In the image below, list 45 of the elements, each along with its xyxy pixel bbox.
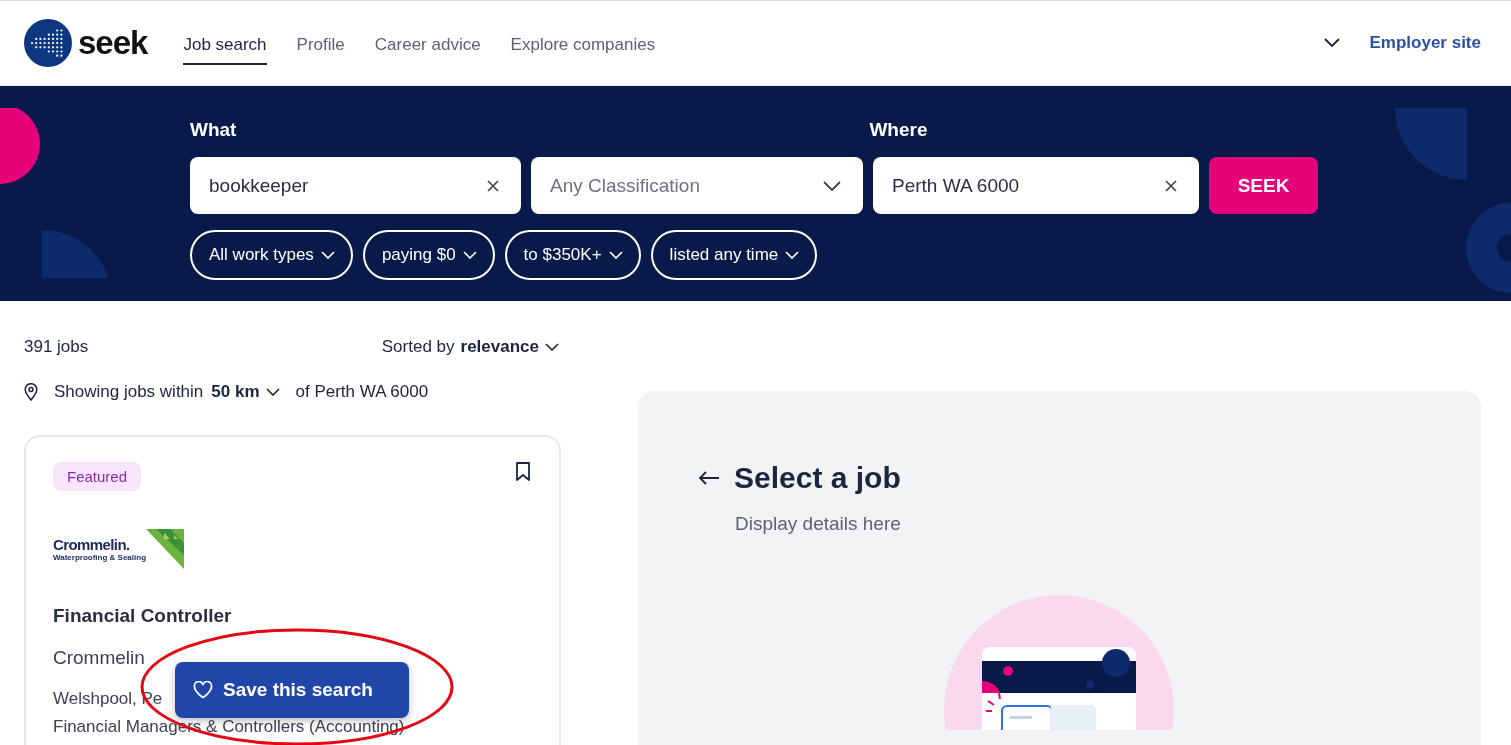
nav-tab[interactable]: Profile — [296, 25, 345, 65]
featured-badge: Featured — [53, 462, 142, 491]
chevron-down-icon — [608, 251, 623, 259]
location-field[interactable]: Perth WA 6000 — [873, 157, 1199, 214]
nav-tab[interactable]: Job search — [183, 25, 267, 65]
where-label: Where — [869, 119, 928, 142]
radius-dropdown[interactable]: 50 km — [211, 382, 288, 402]
keyword-field[interactable]: bookkeeper — [190, 157, 521, 214]
what-label: What — [190, 119, 237, 142]
brand-name[interactable]: seek — [78, 24, 148, 62]
bookmark-icon[interactable] — [515, 462, 531, 482]
nav-tab[interactable]: Career advice — [374, 25, 481, 65]
logo-name: Crommelin. — [53, 536, 131, 553]
chevron-down-icon[interactable] — [1323, 38, 1340, 48]
location-pin-icon — [24, 383, 38, 401]
chevron-down-icon — [545, 343, 559, 351]
clear-icon[interactable] — [1165, 179, 1177, 192]
save-search-button[interactable]: Save this search — [175, 662, 409, 718]
chevron-down-icon — [823, 180, 841, 191]
chevron-down-icon — [320, 251, 335, 259]
filter-dropdown[interactable]: All work types — [190, 230, 353, 280]
filter-dropdown[interactable]: listed any time — [650, 230, 818, 280]
employer-site-link[interactable]: Employer site — [1369, 33, 1481, 53]
job-count: 391 jobs — [24, 337, 89, 357]
job-title[interactable]: Financial Controller — [53, 605, 232, 627]
panel-title: Select a job — [734, 461, 901, 495]
filter-dropdown[interactable]: to $350K+ — [504, 230, 641, 280]
nav-tab[interactable]: Explore companies — [510, 25, 656, 65]
classification-dropdown[interactable]: Any Classification — [531, 157, 863, 214]
sort-dropdown[interactable]: Sorted by relevance — [381, 337, 559, 357]
logo-tagline: Waterproofing & Sealing — [53, 553, 147, 562]
panel-subtitle: Display details here — [735, 513, 901, 535]
chevron-down-icon — [462, 251, 477, 259]
chevron-down-icon — [785, 251, 800, 259]
filter-dropdown[interactable]: paying $0 — [362, 230, 495, 280]
company-name: Crommelin — [53, 647, 146, 669]
heart-icon — [193, 681, 213, 699]
back-arrow-icon[interactable] — [698, 470, 720, 486]
chevron-down-icon — [265, 388, 280, 396]
logo-icon — [24, 19, 72, 67]
location-text: of Perth WA 6000 — [295, 382, 429, 402]
clear-icon[interactable] — [487, 179, 499, 192]
logo-triangle-icon — [146, 529, 185, 569]
seek-button[interactable]: SEEK — [1209, 157, 1318, 214]
location-text: Showing jobs within — [54, 382, 204, 402]
